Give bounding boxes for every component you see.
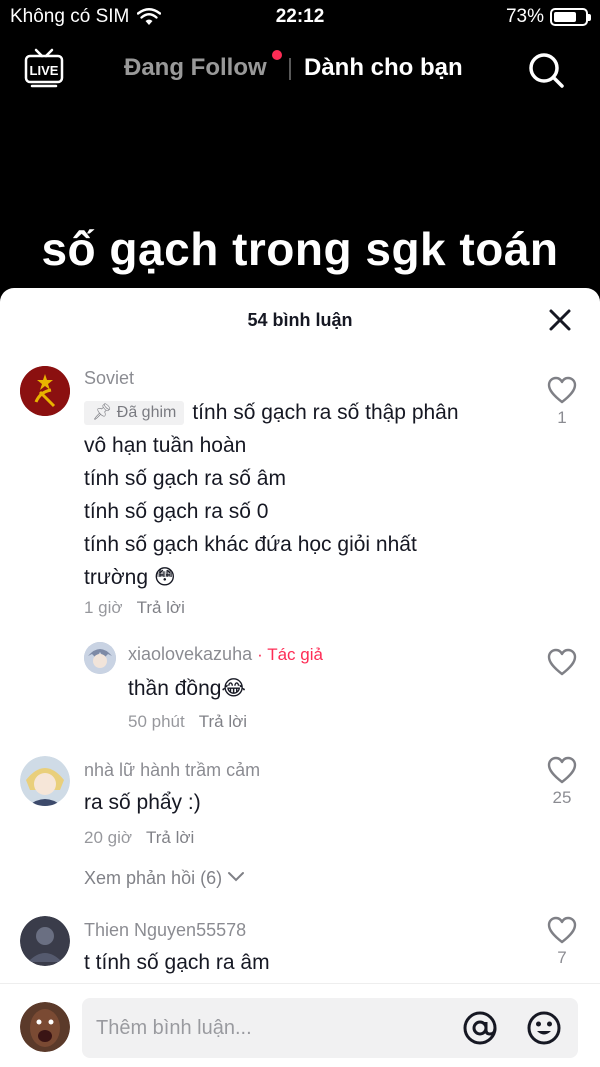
comment-item: nhà lữ hành trầm cảm ra số phẩy :) 20 gi…: [0, 754, 600, 904]
reply-username-row: xiaolovekazuha · Tác giả: [128, 644, 323, 665]
heart-icon[interactable]: [547, 756, 577, 784]
comment-meta: 20 giờ Trả lời: [84, 828, 194, 848]
video-caption: số gạch trong sgk toán: [41, 223, 559, 275]
battery-icon: [550, 8, 591, 26]
reply-button[interactable]: Trả lời: [137, 598, 185, 617]
comment-meta: 50 phút Trả lời: [128, 712, 247, 732]
comment-username[interactable]: nhà lữ hành trầm cảm: [84, 760, 260, 781]
comment-line: tính số gạch ra số thập phân: [192, 401, 459, 424]
svg-text:LIVE: LIVE: [30, 63, 59, 78]
heart-icon[interactable]: [547, 376, 577, 404]
comment-time: 20 giờ: [84, 828, 133, 847]
pin-icon: 📌︎: [92, 404, 113, 421]
comment-text: 📌︎ Đã ghim tính số gạch ra số thập phân v…: [84, 396, 524, 594]
comment-input-bar: [0, 983, 600, 1067]
battery-percent: 73%: [505, 6, 544, 27]
comment-line: trường 😳: [84, 566, 176, 589]
avatar[interactable]: [20, 916, 70, 966]
comment-username[interactable]: Soviet: [84, 368, 134, 389]
notification-dot: [272, 50, 282, 60]
view-replies-button[interactable]: Xem phản hồi (6): [84, 868, 245, 889]
comment-meta: 1 giờ Trả lời: [84, 598, 185, 618]
anime-avatar-icon: [84, 642, 116, 674]
comment-time: 50 phút: [128, 712, 185, 731]
author-tag-label: Tác giả: [267, 645, 323, 664]
comment-input-box[interactable]: [82, 998, 578, 1058]
battery-level: [554, 12, 576, 22]
chevron-down-icon: [228, 872, 245, 882]
current-user-avatar: [20, 1002, 70, 1052]
mention-icon[interactable]: [462, 1010, 498, 1046]
comment-input[interactable]: [96, 998, 446, 1058]
comment-line: vô hạn tuần hoàn: [84, 434, 247, 457]
like-count: 25: [552, 788, 572, 807]
comment-line: tính số gạch khác đứa học giỏi nhất: [84, 533, 417, 556]
emoji-icon[interactable]: [526, 1010, 562, 1046]
reply-button[interactable]: Trả lời: [199, 712, 247, 731]
comment-text: ra số phẩy :): [84, 791, 201, 814]
like-count: 1: [557, 408, 567, 427]
status-right: 73%: [505, 6, 591, 28]
comments-sheet: 54 bình luận Soviet 📌︎ Đã ghim tính số gạ…: [0, 288, 600, 1067]
top-nav: LIVE Đang Follow Dành cho bạn: [0, 40, 600, 100]
comment-username[interactable]: Thien Nguyen55578: [84, 920, 246, 941]
reply-button[interactable]: Trả lời: [146, 828, 194, 847]
comment-item: Soviet 📌︎ Đã ghim tính số gạch ra số thập…: [0, 364, 600, 624]
comment-text: thần đồng😂: [128, 677, 246, 700]
like-count: 7: [557, 948, 567, 967]
pinned-label: Đã ghim: [116, 404, 177, 421]
status-bar: Không có SIM 22:12 73%: [0, 0, 600, 34]
search-icon[interactable]: [526, 50, 566, 90]
reply-item: xiaolovekazuha · Tác giả thần đồng😂 50 p…: [0, 640, 600, 740]
avatar[interactable]: [20, 366, 70, 416]
tab-following[interactable]: Đang Follow: [124, 54, 267, 82]
comment-line: tính số gạch ra số âm: [84, 467, 286, 490]
anime-avatar-icon: [20, 756, 70, 806]
avatar[interactable]: [84, 642, 116, 674]
author-tag: · Tác giả: [257, 645, 323, 664]
comment-time: 1 giờ: [84, 598, 123, 617]
user-avatar-icon: [20, 1002, 70, 1052]
comment-item: Thien Nguyen55578 t tính số gạch ra âm 7: [0, 914, 600, 984]
comment-username[interactable]: xiaolovekazuha: [128, 644, 252, 664]
tab-divider: [289, 58, 291, 80]
heart-icon[interactable]: [547, 916, 577, 944]
live-icon[interactable]: LIVE: [22, 46, 66, 90]
pinned-badge: 📌︎ Đã ghim: [84, 401, 185, 425]
comment-line: tính số gạch ra số 0: [84, 500, 269, 523]
sheet-header: 54 bình luận: [0, 288, 600, 352]
comment-text: t tính số gạch ra âm: [84, 951, 270, 974]
close-icon[interactable]: [548, 308, 572, 332]
user-avatar-icon: [20, 916, 70, 966]
heart-icon[interactable]: [547, 648, 577, 676]
avatar[interactable]: [20, 756, 70, 806]
hammer-sickle-icon: [20, 366, 70, 416]
view-replies-label: Xem phản hồi (6): [84, 868, 223, 888]
comment-count-title: 54 bình luận: [247, 310, 353, 330]
tab-for-you[interactable]: Dành cho bạn: [304, 54, 463, 82]
